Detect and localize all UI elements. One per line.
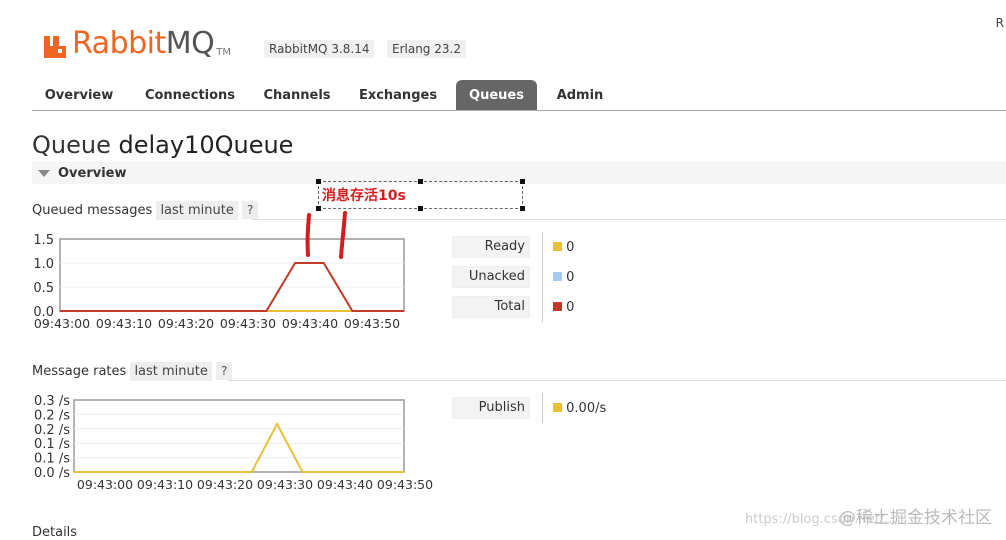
legend-unacked-label: Unacked [452,266,530,288]
tab-exchanges[interactable]: Exchanges [354,80,442,110]
message-rates-range-select[interactable]: last minute [130,362,212,381]
x-tick-label: 09:43:20 [197,477,253,492]
legend-ready-label: Ready [452,236,530,258]
message-rates-chart: 0.3 /s0.2 /s0.2 /s0.1 /s0.1 /s0.0 /s 09:… [34,394,433,492]
legend-separator [542,393,543,423]
logo-text: RabbitMQ [72,26,215,61]
tab-channels[interactable]: Channels [256,80,338,110]
queued-messages-label: Queued messages [32,203,153,218]
resize-handle[interactable] [520,206,525,211]
rabbitmq-logo[interactable]: RabbitMQ TM [42,20,231,60]
x-tick-label: 09:43:10 [96,316,152,331]
x-tick-label: 09:43:40 [282,316,338,331]
legend-separator [542,232,543,322]
publish-color-swatch [553,403,562,412]
y-tick-label: 0.2 /s [34,408,70,423]
total-color-swatch [553,302,562,311]
annotation-marker-strokes [305,211,347,259]
ready-color-swatch [553,242,562,251]
y-tick-label: 1.5 [33,233,54,248]
erlang-version-badge: Erlang 23.2 [387,40,466,58]
main-nav-tabs: Overview Connections Channels Exchanges … [32,80,1006,111]
user-info-truncated: R [995,16,1004,30]
legend-unacked-value: 0 [553,270,574,285]
chart-plot-area [73,399,405,473]
details-section-title[interactable]: Details [32,525,77,540]
unacked-color-swatch [553,272,562,281]
x-tick-label: 09:43:30 [257,477,313,492]
watermark: @稀土掘金技术社区 [839,508,992,528]
resize-handle[interactable] [316,179,321,184]
legend-publish-label: Publish [452,397,530,419]
overview-section-title: Overview [58,166,127,181]
x-tick-label: 09:43:20 [158,316,214,331]
annotation-text: 消息存活10s [322,188,406,204]
queue-name: delay10Queue [118,131,294,159]
tab-queues[interactable]: Queues [456,80,537,110]
legend-total-value: 0 [553,300,574,315]
y-tick-label: 0.2 /s [34,423,70,438]
x-tick-label: 09:43:40 [317,477,373,492]
y-tick-label: 0.3 /s [34,394,70,409]
x-tick-label: 09:43:30 [220,316,276,331]
queued-messages-range-select[interactable]: last minute [156,201,238,220]
legend-total-label: Total [452,296,530,318]
x-tick-label: 09:43:10 [137,477,193,492]
rabbitmq-version-badge: RabbitMQ 3.8.14 [264,40,375,58]
resize-handle[interactable] [418,179,423,184]
resize-handle[interactable] [418,206,423,211]
queued-messages-chart: 1.51.00.50.0 09:43:00 09:43:10 09:43:20 09:… [33,233,405,331]
x-tick-label: 09:43:50 [377,477,433,492]
tab-connections[interactable]: Connections [140,80,240,110]
message-rates-help-button[interactable]: ? [216,362,233,380]
collapse-triangle-icon [38,170,50,177]
rabbit-logo-icon [42,34,68,60]
tab-admin[interactable]: Admin [550,80,610,110]
x-tick-label: 09:43:00 [34,316,90,331]
tab-overview[interactable]: Overview [32,80,126,110]
x-tick-label: 09:43:50 [344,316,400,331]
queued-messages-help-button[interactable]: ? [242,201,259,219]
divider [252,219,1006,220]
message-rates-label: Message rates [32,364,127,379]
page-title: Queue delay10Queue [32,131,294,159]
resize-handle[interactable] [520,179,525,184]
y-tick-label: 1.0 [33,257,54,272]
legend-publish-value: 0.00/s [553,401,606,416]
divider [228,380,1006,381]
queued-messages-label-row: Queued messages last minute ? [32,201,259,220]
y-tick-label: 0.1 /s [34,437,70,452]
y-tick-label: 0.1 /s [34,452,70,467]
y-tick-label: 0.0 /s [34,466,70,481]
logo-trademark: TM [216,47,232,58]
y-tick-label: 0.5 [33,281,54,296]
x-tick-label: 09:43:00 [77,477,133,492]
message-rates-label-row: Message rates last minute ? [32,362,233,381]
legend-ready-value: 0 [553,240,574,255]
